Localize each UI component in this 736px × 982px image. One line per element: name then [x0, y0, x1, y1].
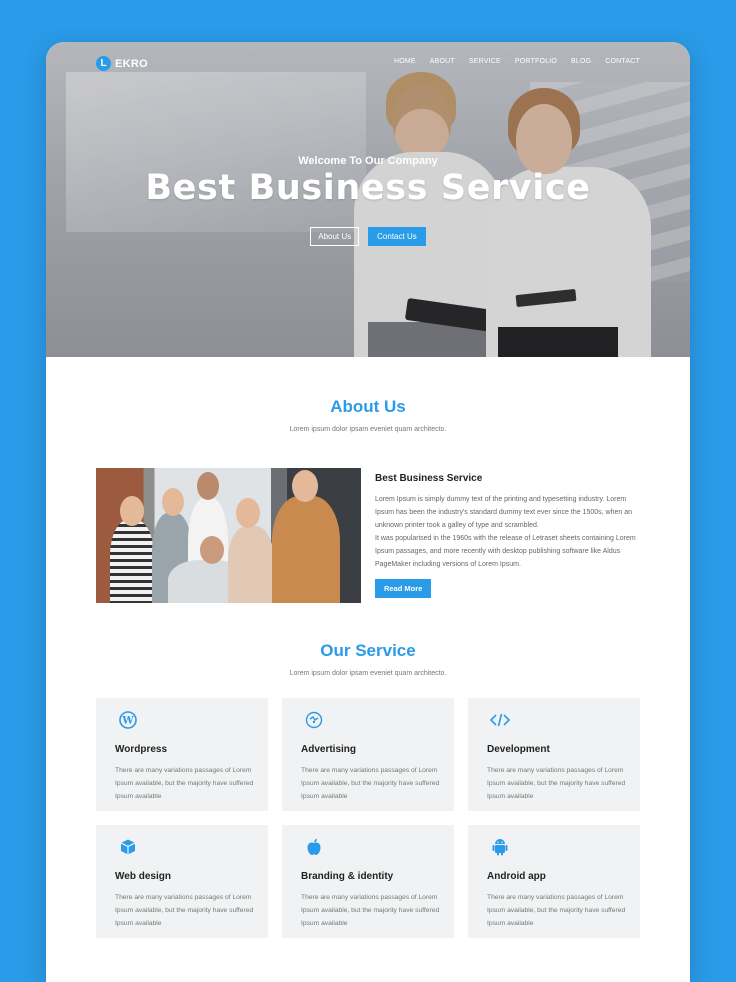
service-title: Branding & identity: [301, 871, 394, 882]
android-icon: [490, 837, 510, 857]
nav-service[interactable]: SERVICE: [469, 58, 501, 65]
team-person-1: [110, 520, 154, 603]
nav-portfolio[interactable]: PORTFOLIO: [515, 58, 557, 65]
about-section-title: About Us: [330, 397, 406, 416]
about-paragraph-1: Lorem Ipsum is simply dummy text of the …: [375, 496, 632, 529]
service-card-advertising[interactable]: Advertising There are many variations pa…: [282, 698, 454, 811]
logo-text: EKRO: [115, 57, 148, 70]
service-text: There are many variations passages of Lo…: [487, 894, 626, 927]
about-paragraph-2: It was popularised in the 1960s with the…: [375, 535, 636, 568]
service-text: There are many variations passages of Lo…: [115, 767, 254, 800]
team-face-1: [120, 496, 144, 526]
hero-buttons: About Us Contact Us: [46, 227, 690, 246]
service-title: Development: [487, 744, 550, 755]
about-us-button[interactable]: About Us: [310, 227, 360, 246]
nav-about[interactable]: ABOUT: [430, 58, 455, 65]
team-person-5: [272, 496, 340, 603]
service-text: There are many variations passages of Lo…: [301, 894, 440, 927]
nav-contact[interactable]: CONTACT: [605, 58, 640, 65]
wordpress-icon: W: [118, 710, 138, 730]
service-title: Advertising: [301, 744, 357, 755]
service-text: There are many variations passages of Lo…: [301, 767, 440, 800]
team-face-2: [162, 488, 184, 516]
service-section-subtitle: Lorem ipsum dolor ipsam eveniet quam arc…: [289, 670, 447, 677]
about-text: Lorem Ipsum is simply dummy text of the …: [375, 493, 640, 571]
about-section-subtitle: Lorem ipsum dolor ipsam eveniet quam arc…: [289, 426, 447, 433]
team-person-4: [228, 526, 274, 603]
site-logo[interactable]: L EKRO: [96, 56, 148, 71]
team-photo: [96, 468, 361, 603]
nav-blog[interactable]: BLOG: [571, 58, 591, 65]
code-icon: [490, 710, 510, 730]
hero-section: L EKRO HOME ABOUT SERVICE PORTFOLIO BLOG…: [46, 42, 690, 357]
advertising-icon: [304, 710, 324, 730]
read-more-button[interactable]: Read More: [375, 579, 432, 598]
hero-subtitle: Welcome To Our Company: [298, 155, 438, 167]
service-card-web-design[interactable]: Web design There are many variations pas…: [96, 825, 268, 938]
logo-mark: L: [96, 56, 111, 71]
service-title: Web design: [115, 871, 171, 882]
team-face-3: [197, 472, 219, 500]
team-face-4: [236, 498, 260, 528]
nav-home[interactable]: HOME: [394, 58, 416, 65]
service-title: Android app: [487, 871, 546, 882]
svg-text:W: W: [121, 716, 134, 727]
service-title: Wordpress: [115, 744, 168, 755]
service-card-android[interactable]: Android app There are many variations pa…: [468, 825, 640, 938]
service-card-branding[interactable]: Branding & identity There are many varia…: [282, 825, 454, 938]
cube-icon: [118, 837, 138, 857]
service-card-development[interactable]: Development There are many variations pa…: [468, 698, 640, 811]
service-section-title: Our Service: [320, 641, 416, 660]
team-face-5: [292, 470, 318, 502]
service-card-wordpress[interactable]: W Wordpress There are many variations pa…: [96, 698, 268, 811]
service-text: There are many variations passages of Lo…: [487, 767, 626, 800]
main-nav: HOME ABOUT SERVICE PORTFOLIO BLOG CONTAC…: [394, 58, 640, 65]
service-text: There are many variations passages of Lo…: [115, 894, 254, 927]
about-heading: Best Business Service: [375, 473, 483, 484]
contact-us-button[interactable]: Contact Us: [368, 227, 426, 246]
apple-icon: [304, 837, 324, 857]
hero-title: Best Business Service: [145, 168, 591, 208]
page-frame: L EKRO HOME ABOUT SERVICE PORTFOLIO BLOG…: [46, 42, 690, 982]
team-face-seated: [200, 536, 224, 564]
